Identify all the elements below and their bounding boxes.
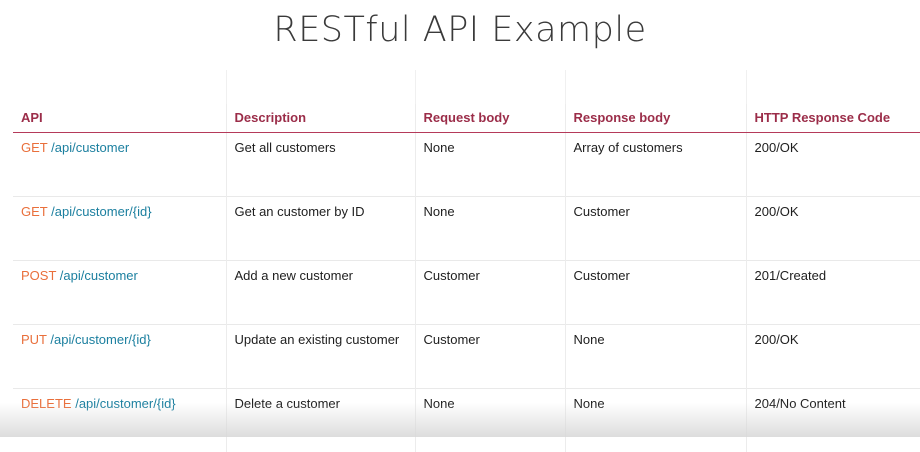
response-code-cell: 200/OK <box>746 133 920 197</box>
response-body-cell: Array of customers <box>565 133 746 197</box>
table-row: DELETE /api/customer/{id} Delete a custo… <box>13 389 920 452</box>
table-row: GET /api/customer/{id} Get an customer b… <box>13 197 920 261</box>
column-divider <box>565 70 566 104</box>
description-cell: Delete a customer <box>226 389 415 452</box>
response-body-cell: None <box>565 389 746 452</box>
column-header-description: Description <box>226 104 415 133</box>
slide: RESTful API Example API Description Requ… <box>0 0 920 437</box>
http-method: DELETE <box>21 396 72 411</box>
api-path: /api/customer <box>60 268 138 283</box>
api-cell: DELETE /api/customer/{id} <box>13 389 226 452</box>
description-cell: Get an customer by ID <box>226 197 415 261</box>
table-row: PUT /api/customer/{id} Update an existin… <box>13 325 920 389</box>
api-cell: POST /api/customer <box>13 261 226 325</box>
request-body-cell: None <box>415 133 565 197</box>
api-cell: GET /api/customer <box>13 133 226 197</box>
description-cell: Get all customers <box>226 133 415 197</box>
column-header-http-response-code: HTTP Response Code <box>746 104 920 133</box>
column-divider <box>415 70 416 104</box>
api-table: API Description Request body Response bo… <box>13 104 920 452</box>
response-body-cell: Customer <box>565 197 746 261</box>
api-cell: GET /api/customer/{id} <box>13 197 226 261</box>
api-path: /api/customer/{id} <box>51 204 151 219</box>
http-method: PUT <box>21 332 47 347</box>
http-method: GET <box>21 204 48 219</box>
api-path: /api/customer <box>51 140 129 155</box>
request-body-cell: None <box>415 389 565 452</box>
table-row: POST /api/customer Add a new customer Cu… <box>13 261 920 325</box>
response-code-cell: 201/Created <box>746 261 920 325</box>
response-code-cell: 200/OK <box>746 325 920 389</box>
api-path: /api/customer/{id} <box>75 396 175 411</box>
column-divider <box>746 70 747 104</box>
request-body-cell: Customer <box>415 325 565 389</box>
column-header-response-body: Response body <box>565 104 746 133</box>
http-method: POST <box>21 268 56 283</box>
description-cell: Add a new customer <box>226 261 415 325</box>
request-body-cell: None <box>415 197 565 261</box>
response-body-cell: Customer <box>565 261 746 325</box>
column-header-request-body: Request body <box>415 104 565 133</box>
http-method: GET <box>21 140 48 155</box>
table-row: GET /api/customer Get all customers None… <box>13 133 920 197</box>
api-path: /api/customer/{id} <box>50 332 150 347</box>
response-body-cell: None <box>565 325 746 389</box>
slide-title: RESTful API Example <box>0 10 920 50</box>
column-divider <box>226 70 227 104</box>
response-code-cell: 200/OK <box>746 197 920 261</box>
api-cell: PUT /api/customer/{id} <box>13 325 226 389</box>
table-header-row: API Description Request body Response bo… <box>13 104 920 133</box>
response-code-cell: 204/No Content <box>746 389 920 452</box>
request-body-cell: Customer <box>415 261 565 325</box>
column-header-api: API <box>13 104 226 133</box>
description-cell: Update an existing customer <box>226 325 415 389</box>
